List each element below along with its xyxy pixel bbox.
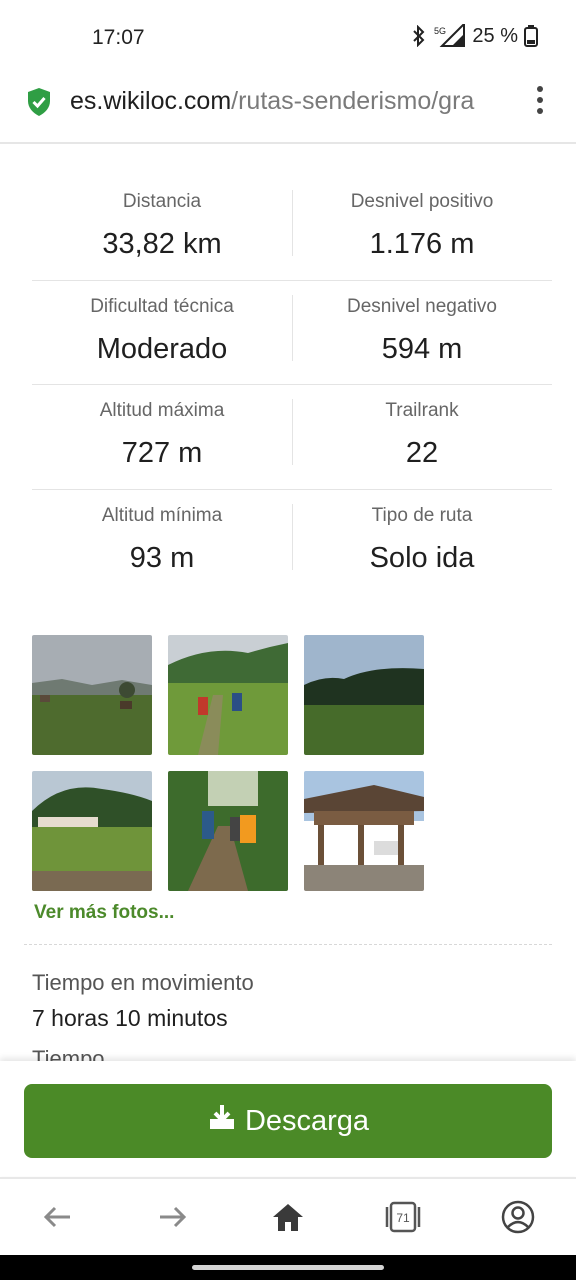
section-divider	[24, 944, 552, 945]
route-photo[interactable]	[168, 771, 288, 891]
stat-value: 93 m	[129, 541, 195, 574]
url-path: /rutas-senderismo/gra	[231, 87, 475, 115]
network-type-label: 5G	[434, 26, 446, 36]
tabs-count: 71	[396, 1211, 410, 1225]
stat-label: Desnivel positivo	[350, 191, 494, 212]
stat-trailrank: Trailrank 22	[292, 399, 552, 471]
back-arrow-icon[interactable]	[40, 1199, 76, 1235]
stat-route-type: Tipo de ruta Solo ida	[292, 504, 552, 576]
stat-value: 594 m	[381, 332, 463, 365]
battery-percent: 25 %	[472, 24, 518, 47]
stat-elevation-loss: Desnivel negativo 594 m	[292, 295, 552, 367]
route-photo[interactable]	[304, 771, 424, 891]
stat-label: Altitud mínima	[101, 504, 223, 526]
stat-row: Altitud mínima 93 m Tipo de ruta Solo id…	[32, 490, 552, 595]
stat-distance: Distancia 33,82 km	[32, 190, 292, 262]
route-stats-grid: Distancia 33,82 km Desnivel positivo 1.1…	[32, 176, 552, 594]
stat-label: Trailrank	[385, 400, 459, 421]
moving-time-label: Tiempo en movimiento	[32, 970, 254, 995]
status-bar: 17:07 5G 25 %	[0, 0, 576, 70]
system-gesture-bar	[0, 1255, 576, 1280]
signal-icon: 5G	[432, 24, 466, 48]
download-label: Descarga	[244, 1104, 370, 1137]
url-domain: es.wikiloc.com	[70, 87, 232, 115]
battery-icon	[524, 25, 538, 47]
url-text[interactable]: es.wikiloc.com/rutas-senderismo/gra	[70, 87, 510, 116]
route-photo[interactable]	[168, 635, 288, 755]
stat-value: 33,82 km	[102, 228, 222, 260]
route-details: Distancia 33,82 km Desnivel positivo 1.1…	[0, 146, 576, 1061]
browser-bottom-nav: 71	[0, 1177, 576, 1255]
browser-menu-icon[interactable]	[536, 86, 544, 116]
download-button[interactable]: Descarga	[24, 1084, 552, 1158]
stat-label: Altitud máxima	[99, 400, 225, 421]
route-photo[interactable]	[304, 635, 424, 755]
stat-min-altitude: Altitud mínima 93 m	[32, 504, 292, 576]
route-photo[interactable]	[32, 635, 152, 755]
moving-time-value: 7 horas 10 minutos	[32, 1005, 228, 1031]
stat-max-altitude: Altitud máxima 727 m	[32, 399, 292, 471]
forward-arrow-icon[interactable]	[154, 1199, 190, 1235]
bluetooth-icon	[412, 25, 426, 47]
download-icon	[207, 1103, 237, 1139]
stat-value: 22	[405, 437, 439, 469]
route-photo[interactable]	[32, 771, 152, 891]
home-icon[interactable]	[270, 1199, 306, 1235]
stat-label: Dificultad técnica	[90, 295, 234, 317]
stat-value: 727 m	[121, 437, 203, 469]
stat-elevation-gain: Desnivel positivo 1.176 m	[292, 190, 552, 262]
download-bar: Descarga	[0, 1061, 576, 1176]
status-icons: 5G 25 %	[412, 24, 538, 48]
stat-value: Moderado	[96, 332, 228, 365]
stat-value: Solo ida	[369, 541, 475, 574]
more-photos-link[interactable]: Ver más fotos...	[34, 902, 174, 924]
next-section-label: Tiempo	[32, 1046, 105, 1061]
secure-shield-icon[interactable]	[26, 87, 52, 122]
stat-label: Tipo de ruta	[371, 504, 473, 526]
stat-difficulty: Dificultad técnica Moderado	[32, 295, 292, 367]
account-icon[interactable]	[500, 1199, 536, 1235]
tabs-icon[interactable]: 71	[384, 1199, 421, 1235]
status-time: 17:07	[92, 26, 145, 49]
stat-row: Altitud máxima 727 m Trailrank 22	[32, 385, 552, 490]
stat-row: Dificultad técnica Moderado Desnivel neg…	[32, 281, 552, 385]
stat-value: 1.176 m	[369, 228, 475, 260]
photo-gallery	[32, 635, 432, 895]
home-gesture-pill[interactable]	[192, 1265, 384, 1270]
stat-label: Desnivel negativo	[347, 295, 497, 317]
stat-label: Distancia	[122, 191, 202, 212]
stat-row: Distancia 33,82 km Desnivel positivo 1.1…	[32, 176, 552, 281]
browser-url-bar[interactable]: es.wikiloc.com/rutas-senderismo/gra	[0, 70, 576, 144]
